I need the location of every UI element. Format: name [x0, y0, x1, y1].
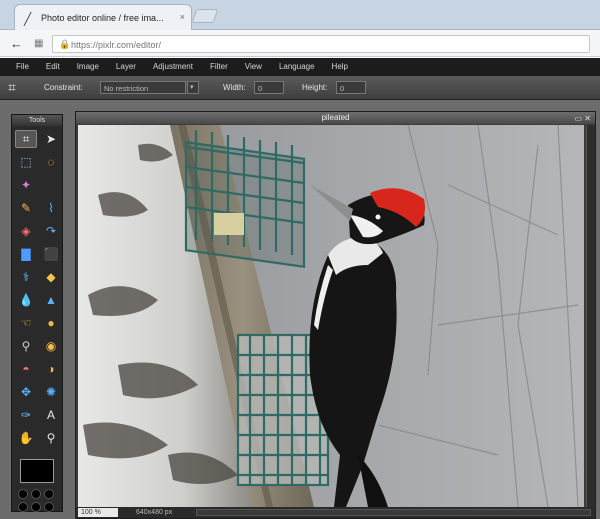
color-dot[interactable]: [44, 502, 54, 512]
page-icon: ▦: [34, 38, 44, 49]
height-label: Height:: [302, 83, 328, 92]
status-bar: 100 % 640x480 px: [76, 507, 595, 518]
browser-tab[interactable]: ╱ Photo editor online / free ima... ×: [14, 4, 192, 30]
crop-tool-icon: ⌗: [8, 79, 16, 95]
sharpen-icon[interactable]: ▲: [40, 291, 62, 309]
tab-title: Photo editor online / free ima...: [41, 13, 164, 23]
tools-panel: Tools ⌗ ➤ ⬚ ◌ ✦ ✎ ⌇ ◈ ↷ ▇ ⬛ ⚕ ◆ 💧 ▲ ☜ ● ⚲ ◉ ◓ ◑ ✥ ✺ ✑ A ✋ ⚲: [11, 114, 63, 512]
constraint-dropdown-icon[interactable]: ▾: [187, 81, 199, 94]
color-dot[interactable]: [31, 502, 41, 512]
pencil-icon[interactable]: ✎: [15, 199, 37, 217]
menu-filter[interactable]: Filter: [210, 58, 228, 76]
height-input[interactable]: 0: [336, 81, 366, 94]
image-canvas[interactable]: [78, 125, 584, 507]
gradient-icon[interactable]: ▇: [15, 245, 37, 263]
text-icon[interactable]: A: [40, 406, 62, 424]
hand-icon[interactable]: ✋: [15, 429, 37, 447]
wand-icon[interactable]: ✦: [15, 176, 37, 194]
window-buttons-icon[interactable]: ▭ ✕: [575, 113, 591, 125]
eyedrop-icon[interactable]: ✑: [15, 406, 37, 424]
options-bar: ⌗ Constraint: No restriction ▾ Width: 0 …: [0, 76, 600, 100]
marquee-icon[interactable]: ⬚: [15, 153, 37, 171]
document-window: pileated ▭ ✕ 100 % 640x480 px: [75, 111, 596, 519]
stamp-icon[interactable]: ⬛: [40, 245, 62, 263]
menu-layer[interactable]: Layer: [116, 58, 136, 76]
magnify-icon[interactable]: ⚲: [40, 429, 62, 447]
blank: [40, 176, 62, 194]
drop-icon[interactable]: ↷: [40, 222, 62, 240]
crop-icon[interactable]: ⌗: [15, 130, 37, 148]
color-dot[interactable]: [18, 489, 28, 499]
width-label: Width:: [223, 83, 246, 92]
color-dot[interactable]: [31, 489, 41, 499]
menu-file[interactable]: File: [16, 58, 29, 76]
color-presets: [18, 489, 54, 512]
colorpick-icon[interactable]: ⚕: [15, 268, 37, 286]
bucket-icon[interactable]: ●: [40, 314, 62, 332]
zoom-icon[interactable]: ⚲: [15, 337, 37, 355]
color-dot[interactable]: [18, 502, 28, 512]
constraint-label: Constraint:: [44, 83, 83, 92]
dodge-icon[interactable]: ◑: [40, 360, 62, 378]
browser-navbar: ← ▦ 🔒 https://pixlr.com/editor/: [0, 30, 600, 57]
new-tab-button[interactable]: [191, 9, 219, 23]
constraint-select[interactable]: No restriction: [100, 81, 186, 94]
eraser-icon[interactable]: ◈: [15, 222, 37, 240]
pinch-icon[interactable]: ✺: [40, 383, 62, 401]
blur-icon[interactable]: 💧: [15, 291, 37, 309]
menu-view[interactable]: View: [245, 58, 262, 76]
lasso-icon[interactable]: ◌: [40, 153, 62, 171]
burn-icon[interactable]: ◉: [40, 337, 62, 355]
foreground-color-swatch[interactable]: [20, 459, 54, 483]
woodpecker-photo: [78, 125, 584, 507]
sponge-icon[interactable]: ◆: [40, 268, 62, 286]
tools-panel-title: Tools: [12, 115, 62, 126]
image-size: 640x480 px: [136, 509, 173, 516]
document-titlebar[interactable]: pileated ▭ ✕: [76, 112, 595, 124]
brush-icon[interactable]: ⌇: [40, 199, 62, 217]
app-menubar: File Edit Image Layer Adjustment Filter View La…: [0, 58, 600, 76]
redeye-icon[interactable]: ◓: [15, 360, 37, 378]
move-icon[interactable]: ➤: [40, 130, 62, 148]
color-dot[interactable]: [44, 489, 54, 499]
width-input[interactable]: 0: [254, 81, 284, 94]
menu-adjustment[interactable]: Adjustment: [153, 58, 193, 76]
heal-icon[interactable]: ✥: [15, 383, 37, 401]
pixlr-favicon-icon: ╱: [24, 12, 32, 26]
vertical-scrollbar[interactable]: [586, 125, 595, 507]
lock-icon: 🔒: [59, 39, 71, 49]
back-icon[interactable]: ←: [10, 36, 23, 51]
url-text: https://pixlr.com/editor/: [71, 40, 162, 50]
menu-language[interactable]: Language: [279, 58, 315, 76]
zoom-level[interactable]: 100 %: [78, 508, 118, 517]
address-bar[interactable]: 🔒 https://pixlr.com/editor/: [52, 35, 590, 53]
browser-tabstrip: ╱ Photo editor online / free ima... ×: [0, 0, 600, 30]
tool-grid: ⌗ ➤ ⬚ ◌ ✦ ✎ ⌇ ◈ ↷ ▇ ⬛ ⚕ ◆ 💧 ▲ ☜ ● ⚲ ◉ ◓ ◑ ✥ ✺ ✑ A ✋ ⚲: [12, 126, 62, 447]
horizontal-scrollbar[interactable]: [196, 509, 591, 516]
menu-help[interactable]: Help: [332, 58, 348, 76]
menu-edit[interactable]: Edit: [46, 58, 60, 76]
smudge-icon[interactable]: ☜: [15, 314, 37, 332]
tab-close-icon[interactable]: ×: [180, 12, 185, 22]
document-title: pileated: [321, 113, 350, 122]
menu-image[interactable]: Image: [77, 58, 99, 76]
